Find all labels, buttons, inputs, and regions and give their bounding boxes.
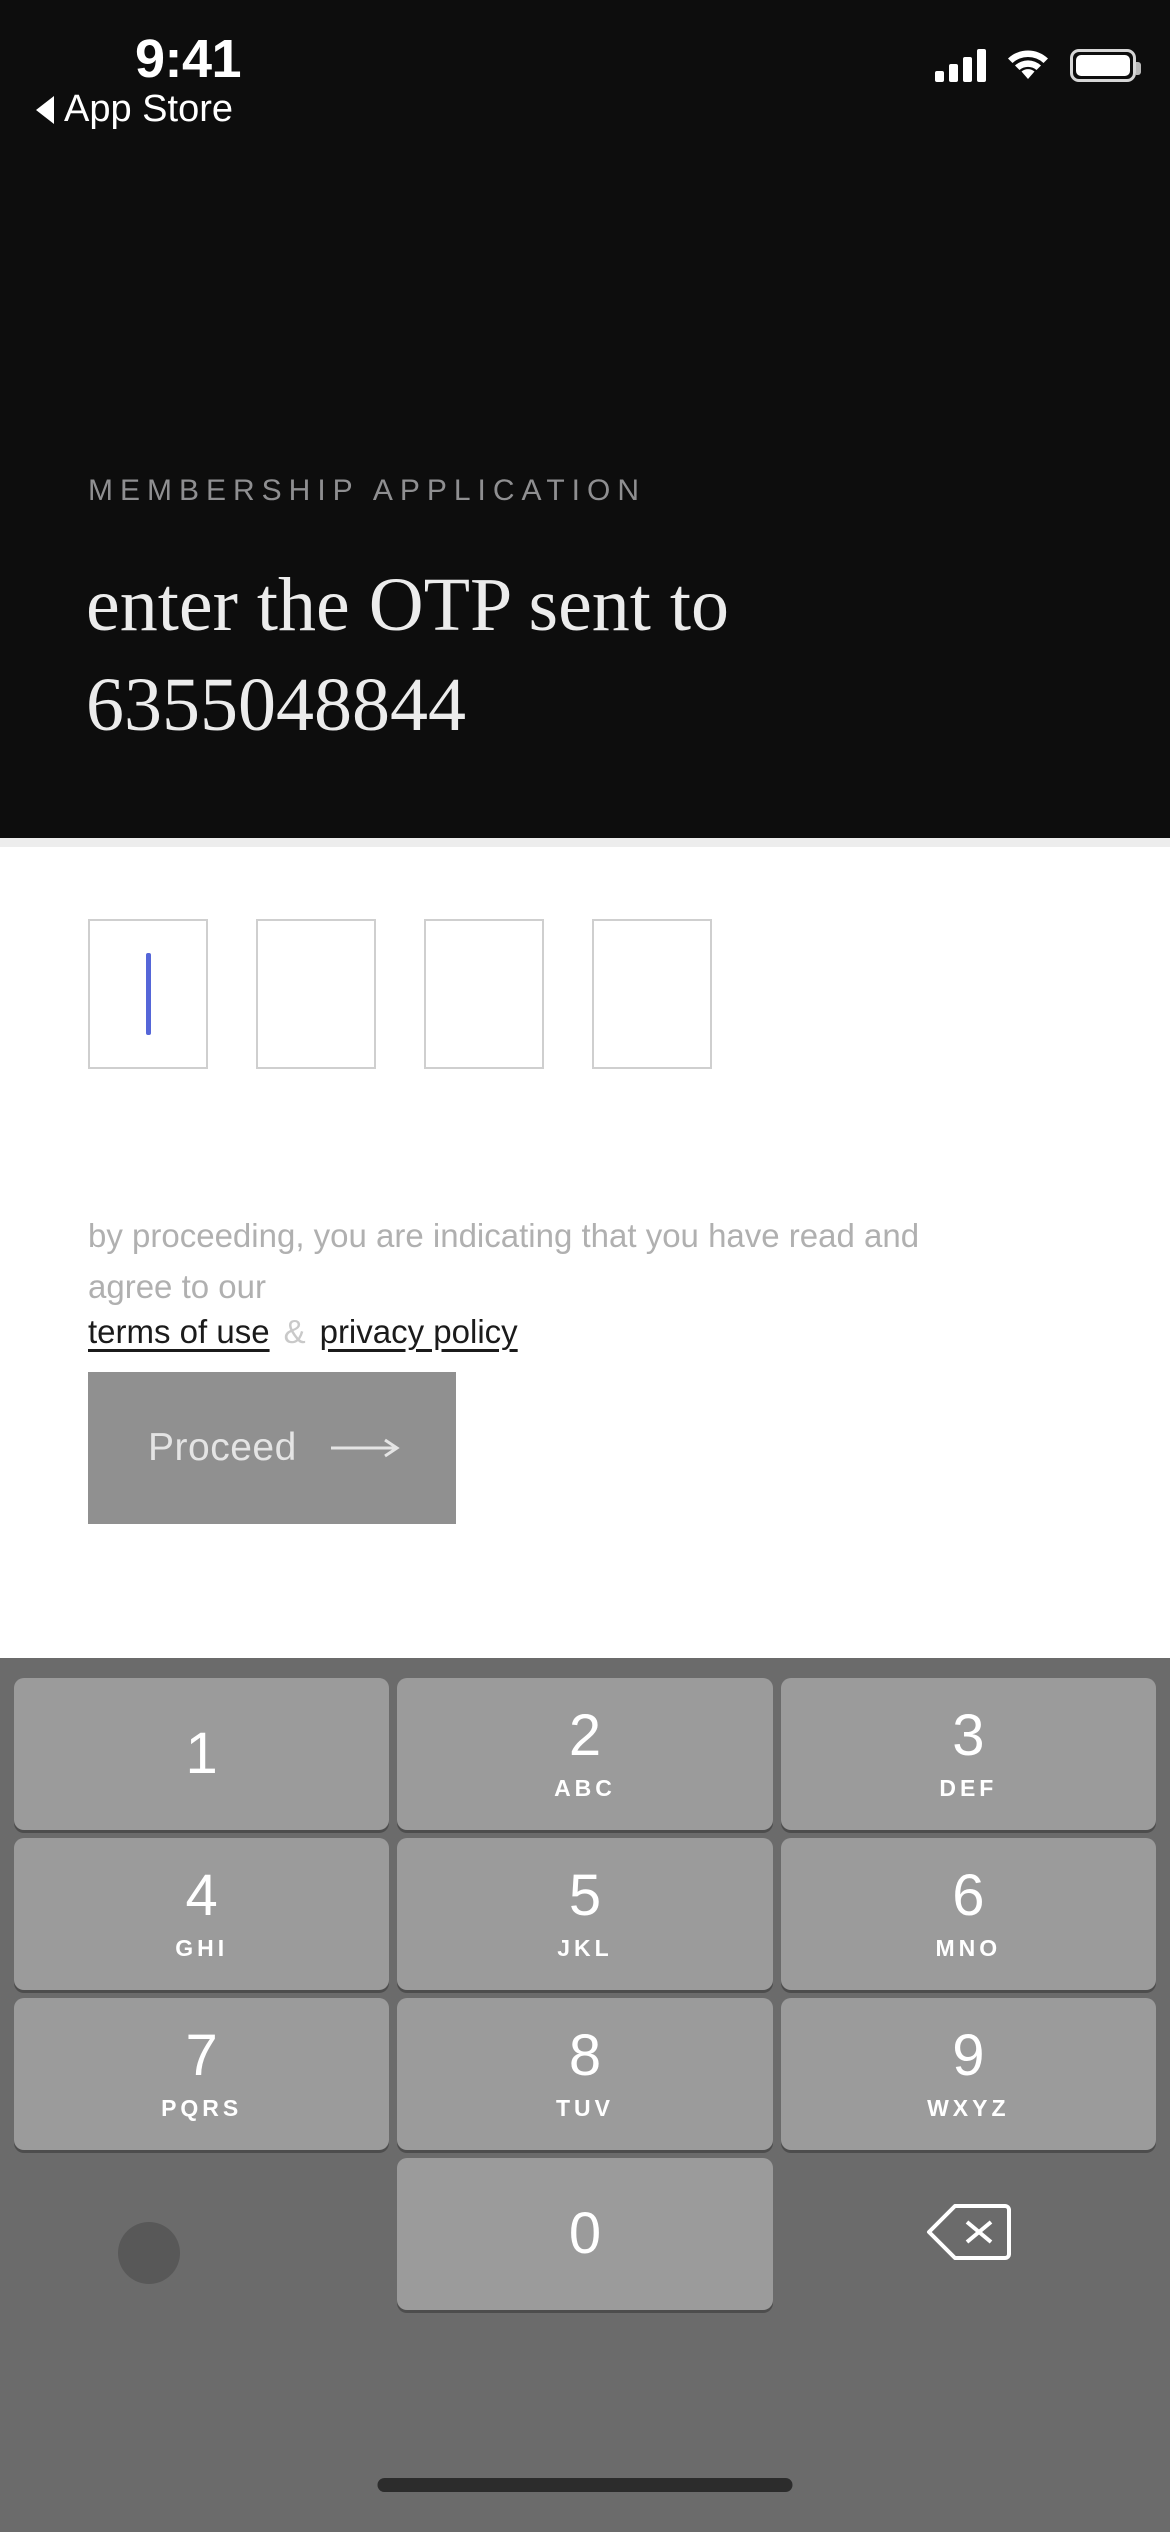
otp-input-group[interactable] <box>88 919 712 1069</box>
key-2[interactable]: 2 ABC <box>397 1678 773 1830</box>
key-9-letters: WXYZ <box>927 2094 1010 2121</box>
numeric-keypad: 1 2 ABC 3 DEF 4 GHI 5 JKL 6 MNO 7 PQRS 8… <box>0 1658 1170 2532</box>
key-4-digit: 4 <box>185 1862 218 1928</box>
key-3-digit: 3 <box>952 1702 985 1768</box>
key-6[interactable]: 6 MNO <box>780 1838 1156 1990</box>
proceed-button[interactable]: Proceed <box>88 1372 456 1524</box>
key-1-digit: 1 <box>185 1721 218 1786</box>
status-bar: 9:41 App Store <box>0 0 1170 150</box>
key-4-letters: GHI <box>175 1934 229 1961</box>
key-7-letters: PQRS <box>161 2094 243 2121</box>
otp-digit-3[interactable] <box>424 919 544 1069</box>
key-5[interactable]: 5 JKL <box>397 1838 773 1990</box>
key-3[interactable]: 3 DEF <box>780 1678 1156 1830</box>
phone-screen: MEMBERSHIP APPLICATION enter the OTP sen… <box>0 0 1170 2532</box>
page-eyebrow: MEMBERSHIP APPLICATION <box>88 474 646 507</box>
key-1[interactable]: 1 <box>14 1678 390 1830</box>
wifi-icon <box>1006 49 1050 82</box>
key-8-letters: TUV <box>555 2094 614 2121</box>
status-icons <box>935 48 1141 82</box>
key-2-letters: ABC <box>554 1774 616 1801</box>
key-7-digit: 7 <box>185 2022 218 2088</box>
key-5-digit: 5 <box>568 1862 602 1928</box>
battery-full-icon <box>1070 48 1141 82</box>
back-label: App Store <box>64 88 233 130</box>
key-6-letters: MNO <box>935 1934 1002 1961</box>
key-0[interactable]: 0 <box>397 2158 773 2310</box>
keypad-grid: 1 2 ABC 3 DEF 4 GHI 5 JKL 6 MNO 7 PQRS 8… <box>14 1678 1156 2310</box>
globe-key-icon[interactable] <box>118 2222 180 2284</box>
arrow-right-icon <box>330 1438 403 1458</box>
cellular-signal-icon <box>935 48 986 82</box>
otp-digit-4[interactable] <box>592 919 712 1069</box>
terms-of-use-link[interactable]: terms of use <box>88 1313 270 1351</box>
key-8[interactable]: 8 TUV <box>397 1998 773 2150</box>
home-indicator[interactable] <box>377 2478 793 2492</box>
otp-digit-1[interactable] <box>88 919 208 1069</box>
key-0-digit: 0 <box>568 2201 602 2266</box>
key-delete[interactable] <box>781 2158 1156 2310</box>
key-blank-left <box>14 2158 389 2310</box>
key-5-letters: JKL <box>557 1934 613 1961</box>
key-6-digit: 6 <box>952 1862 985 1928</box>
section-divider <box>0 838 1170 847</box>
key-3-letters: DEF <box>939 1774 998 1801</box>
key-8-digit: 8 <box>568 2022 602 2088</box>
back-caret-icon <box>36 95 54 124</box>
key-9-digit: 9 <box>952 2022 985 2088</box>
content-panel: by proceeding, you are indicating that y… <box>0 847 1170 1658</box>
terms-links: terms of use & privacy policy <box>88 1313 518 1351</box>
key-9[interactable]: 9 WXYZ <box>780 1998 1156 2150</box>
key-4[interactable]: 4 GHI <box>14 1838 390 1990</box>
key-7[interactable]: 7 PQRS <box>14 1998 390 2150</box>
back-to-app-store-link[interactable]: App Store <box>36 88 233 131</box>
text-cursor <box>145 953 151 1035</box>
backspace-delete-icon <box>925 2200 1012 2269</box>
terms-disclaimer: by proceeding, you are indicating that y… <box>88 1217 920 1305</box>
page-title: enter the OTP sent to 6355048844 <box>86 563 730 747</box>
proceed-button-label: Proceed <box>148 1426 297 1469</box>
otp-digit-2[interactable] <box>256 919 376 1069</box>
privacy-policy-link[interactable]: privacy policy <box>320 1313 518 1351</box>
key-2-digit: 2 <box>568 1702 602 1768</box>
terms-separator: & <box>283 1313 306 1350</box>
status-time: 9:41 <box>135 29 242 89</box>
